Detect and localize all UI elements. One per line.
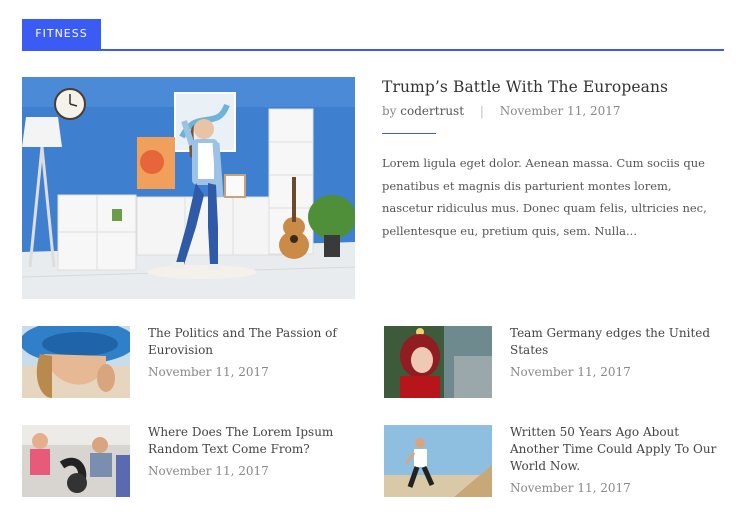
featured-post-excerpt: Lorem ligula eget dolor. Aenean massa. C… bbox=[382, 156, 707, 238]
post-thumbnail-hat[interactable] bbox=[22, 326, 130, 398]
post-date: November 11, 2017 bbox=[148, 464, 269, 478]
byline-prefix: by bbox=[382, 104, 397, 118]
post-thumbnail-runner[interactable] bbox=[384, 425, 492, 497]
post-thumbnail-cycling[interactable] bbox=[22, 425, 130, 497]
post-title[interactable]: Written 50 Years Ago About Another Time … bbox=[510, 424, 725, 475]
post-date: November 11, 2017 bbox=[148, 365, 269, 379]
post-date: November 11, 2017 bbox=[510, 481, 631, 495]
featured-image[interactable] bbox=[22, 77, 355, 299]
post-date: November 11, 2017 bbox=[499, 104, 621, 118]
post-thumbnail-redhead[interactable] bbox=[384, 326, 492, 398]
post-title[interactable]: The Politics and The Passion of Eurovisi… bbox=[148, 325, 338, 359]
featured-post-meta: by codertrust | November 11, 2017 bbox=[382, 104, 621, 118]
post-title[interactable]: Where Does The Lorem Ipsum Random Text C… bbox=[148, 424, 338, 458]
title-divider bbox=[382, 133, 436, 134]
post-date: November 11, 2017 bbox=[510, 365, 631, 379]
section-tab-fitness[interactable]: FITNESS bbox=[22, 19, 101, 49]
post-title[interactable]: Team Germany edges the United States bbox=[510, 325, 715, 359]
author-link[interactable]: codertrust bbox=[400, 104, 464, 118]
meta-separator: | bbox=[479, 104, 484, 118]
featured-post-title[interactable]: Trump’s Battle With The Europeans bbox=[382, 78, 668, 96]
section-header: FITNESS bbox=[22, 19, 724, 51]
